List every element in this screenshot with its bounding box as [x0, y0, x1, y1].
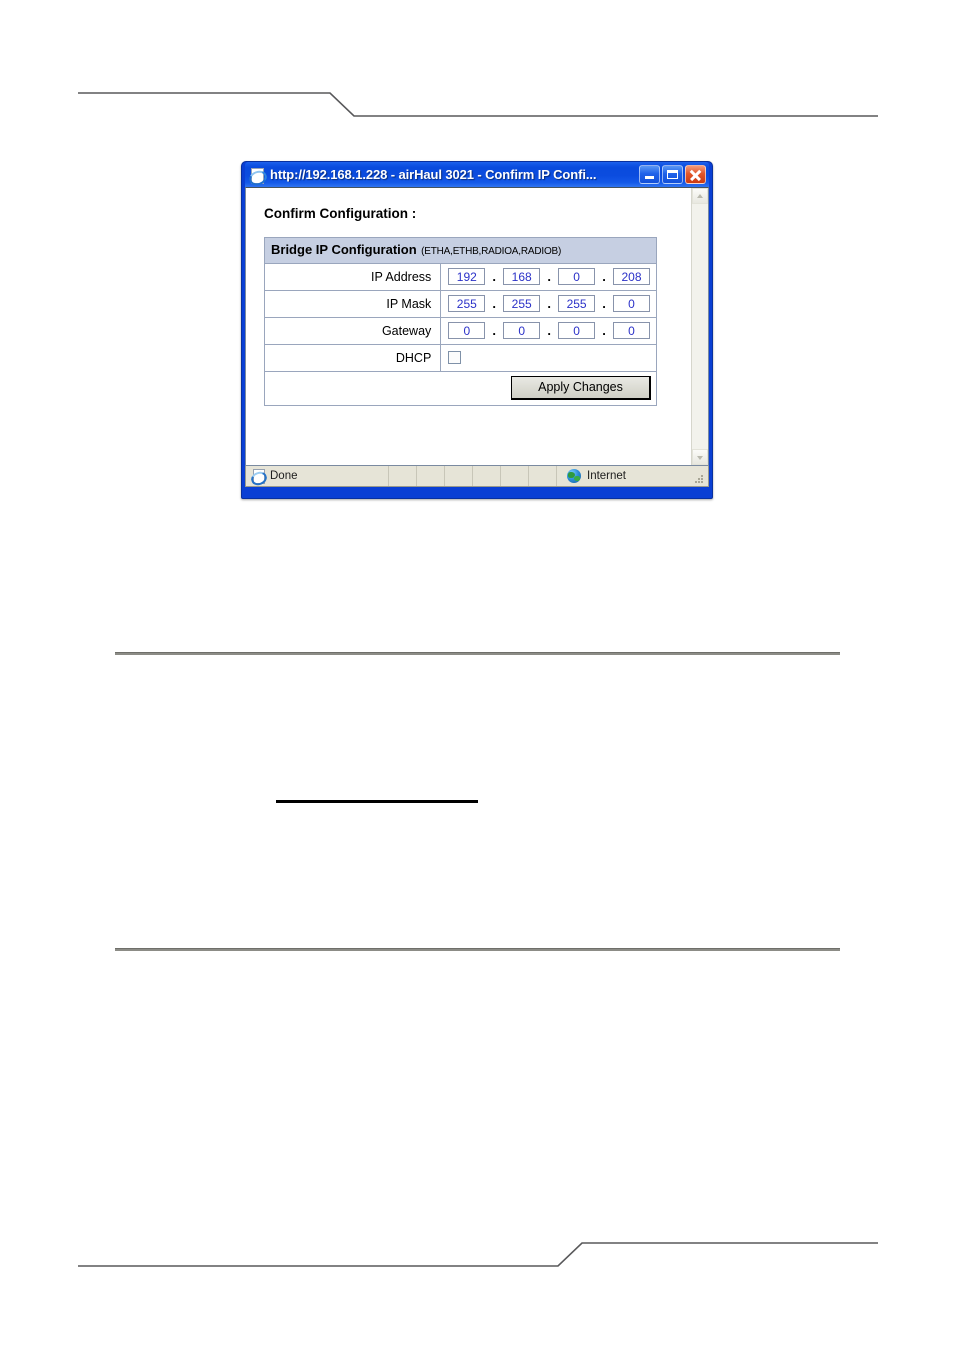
table-row: IP Address 192 . 168 . 0 . 208 [263, 263, 657, 291]
ie-page-icon [247, 167, 269, 188]
table-header-subtitle: (ETHA,ETHB,RADIOA,RADIOB) [421, 246, 562, 257]
ip-separator: . [547, 296, 551, 312]
ip-address-field-group: 192 . 168 . 0 . 208 [440, 263, 657, 291]
security-zone-label: Internet [587, 470, 626, 482]
status-pane-empty [417, 466, 445, 486]
close-button[interactable] [685, 165, 706, 184]
dhcp-field-group [440, 344, 657, 372]
ip-address-octet-1[interactable]: 192 [448, 268, 486, 286]
gateway-octet-3[interactable]: 0 [558, 322, 596, 340]
status-pane-empty [473, 466, 501, 486]
dhcp-label: DHCP [263, 344, 442, 372]
ip-address-octet-2[interactable]: 168 [503, 268, 541, 286]
apply-changes-button[interactable]: Apply Changes [511, 376, 651, 400]
ip-mask-octet-2[interactable]: 255 [503, 295, 541, 313]
ip-mask-label: IP Mask [263, 290, 442, 318]
ip-separator: . [492, 323, 497, 339]
ip-separator: . [492, 269, 497, 285]
status-message: Done [270, 470, 298, 482]
gateway-octet-1[interactable]: 0 [448, 322, 486, 340]
footer-decoration [78, 1242, 878, 1267]
minimize-button[interactable] [639, 165, 660, 184]
horizontal-rule-upper [115, 652, 840, 655]
header-decoration [78, 92, 878, 117]
gateway-field-group: 0 . 0 . 0 . 0 [440, 317, 657, 345]
ip-separator: . [492, 296, 497, 312]
table-header-row: Bridge IP Configuration (ETHA,ETHB,RADIO… [264, 237, 657, 264]
security-zone-pane: Internet [557, 466, 692, 486]
status-pane-empty [445, 466, 473, 486]
page-title: Confirm Configuration : [264, 206, 417, 221]
globe-icon [567, 469, 581, 483]
table-row: IP Mask 255 . 255 . 255 . 0 [263, 290, 657, 318]
ip-separator: . [547, 323, 551, 339]
bridge-ip-configuration-table: Bridge IP Configuration (ETHA,ETHB,RADIO… [263, 237, 657, 406]
status-pane-empty [389, 466, 417, 486]
table-header-title: Bridge IP Configuration [271, 242, 417, 257]
status-pane-empty [501, 466, 529, 486]
browser-window: http://192.168.1.228 - airHaul 3021 - Co… [241, 161, 713, 499]
action-cell: Apply Changes [264, 371, 657, 406]
client-area: Confirm Configuration : Bridge IP Config… [245, 187, 709, 466]
ip-separator: . [547, 269, 551, 285]
table-header-cell: Bridge IP Configuration (ETHA,ETHB,RADIO… [264, 237, 657, 264]
gateway-octet-2[interactable]: 0 [503, 322, 541, 340]
ip-mask-octet-4[interactable]: 0 [613, 295, 650, 313]
resize-grip[interactable] [692, 472, 706, 486]
ip-address-octet-3[interactable]: 0 [558, 268, 596, 286]
table-row: Gateway 0 . 0 . 0 . 0 [263, 317, 657, 345]
ip-separator: . [602, 296, 606, 312]
short-underline [276, 800, 478, 803]
ip-mask-octet-3[interactable]: 255 [558, 295, 596, 313]
status-bar: Done Internet [245, 466, 709, 488]
gateway-octet-4[interactable]: 0 [613, 322, 650, 340]
window-title: http://192.168.1.228 - airHaul 3021 - Co… [270, 167, 597, 182]
scroll-down-arrow[interactable] [692, 449, 708, 465]
horizontal-rule-lower [115, 948, 840, 951]
vertical-scrollbar[interactable] [691, 188, 708, 465]
status-pane-empty [529, 466, 557, 486]
gateway-label: Gateway [263, 317, 442, 345]
scroll-up-arrow[interactable] [692, 188, 708, 204]
ip-mask-octet-1[interactable]: 255 [448, 295, 486, 313]
dhcp-checkbox[interactable] [448, 351, 462, 365]
title-bar[interactable]: http://192.168.1.228 - airHaul 3021 - Co… [245, 162, 709, 188]
ie-page-icon [249, 469, 269, 488]
window-controls [639, 165, 707, 184]
table-row: DHCP [263, 344, 657, 372]
ip-address-octet-4[interactable]: 208 [613, 268, 650, 286]
ip-address-label: IP Address [263, 263, 442, 291]
ip-separator: . [602, 323, 606, 339]
ip-separator: . [602, 269, 606, 285]
maximize-button[interactable] [662, 165, 683, 184]
table-action-row: Apply Changes [264, 371, 657, 406]
ip-mask-field-group: 255 . 255 . 255 . 0 [440, 290, 657, 318]
page-canvas: Confirm Configuration : Bridge IP Config… [246, 188, 691, 465]
status-message-pane: Done [246, 466, 389, 488]
